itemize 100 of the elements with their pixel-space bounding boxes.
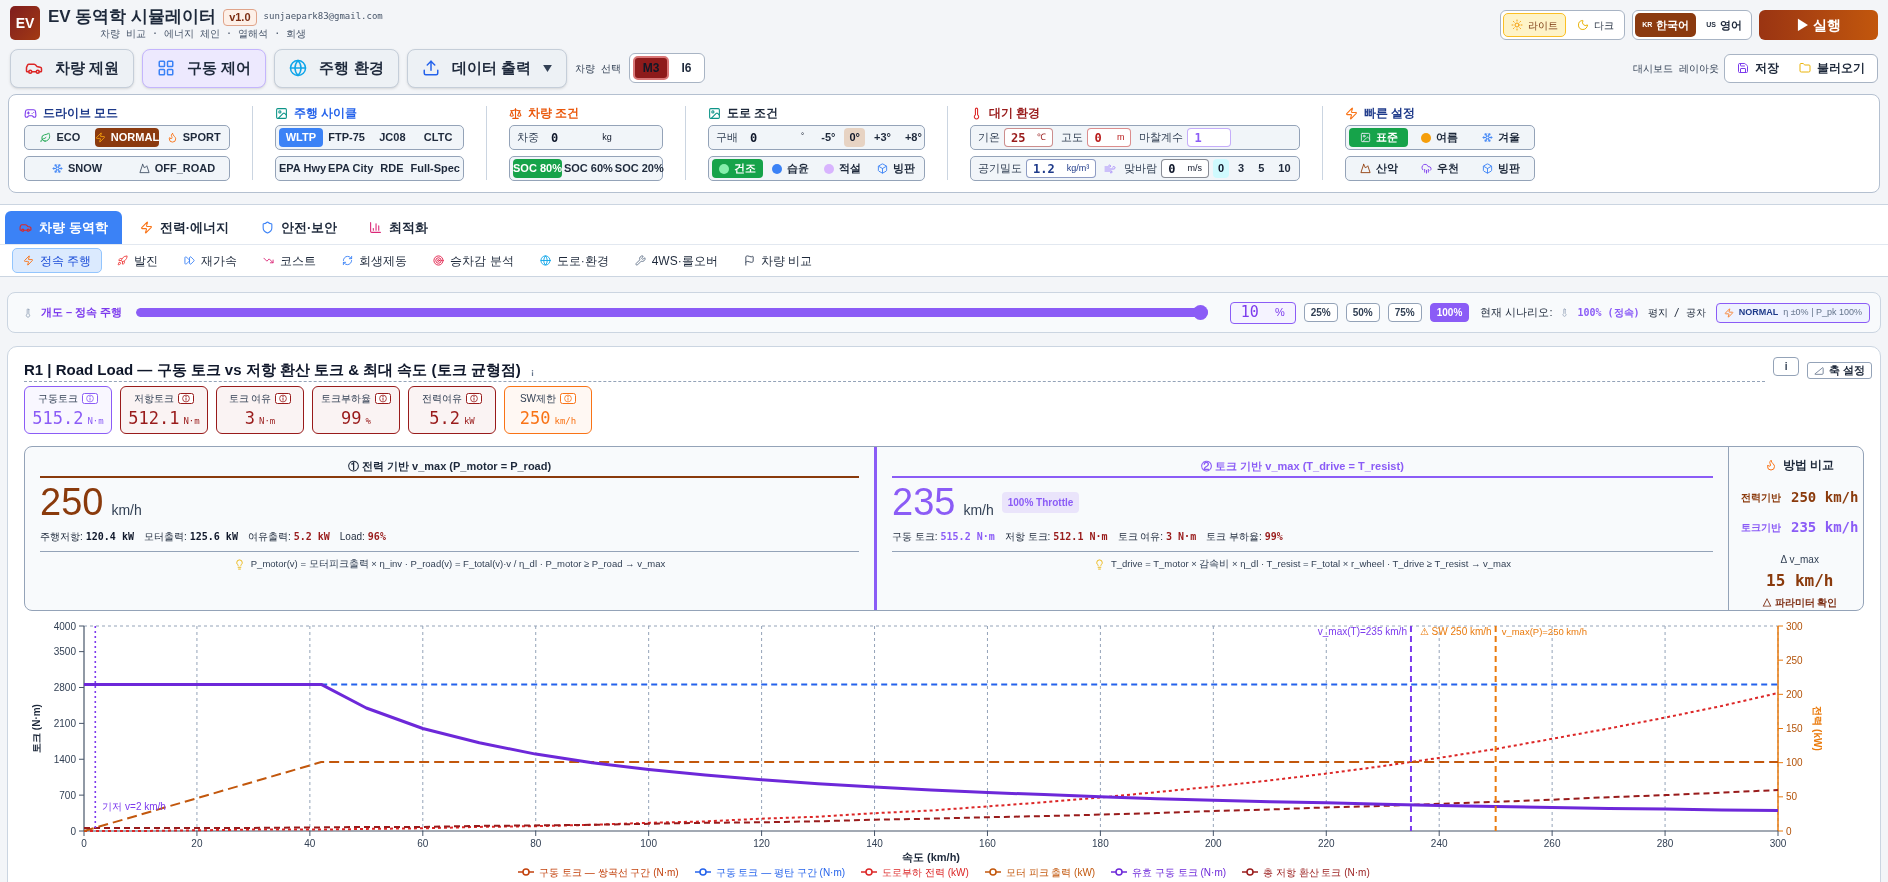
input-field[interactable]: 0 m (1087, 128, 1132, 147)
sun-icon (1511, 19, 1524, 31)
tab[interactable]: 최적화 (355, 211, 443, 244)
subtab[interactable]: 발진 (106, 248, 170, 273)
option-button[interactable]: RDE (375, 159, 409, 178)
stat-value: 99% (1264, 529, 1283, 544)
slider-thumb[interactable] (1192, 305, 1208, 320)
option-button[interactable]: -5° (816, 128, 841, 147)
preset-button[interactable]: 100% (1429, 303, 1470, 322)
input-field[interactable]: 1 (1187, 128, 1232, 147)
option-button[interactable]: JC08 (370, 128, 415, 147)
metric-unit: N·m (87, 415, 104, 429)
option-button[interactable]: 10 (1273, 159, 1296, 178)
option-button[interactable]: 빙판 (870, 159, 921, 178)
flame-icon (1765, 459, 1778, 471)
comparison-value: 250 km/h (1791, 488, 1859, 507)
subtab[interactable]: 회생제동 (331, 248, 419, 273)
option-button[interactable]: NORMAL (94, 128, 160, 147)
preset-button[interactable]: 50% (1345, 303, 1380, 322)
option-button[interactable]: EPA City (328, 159, 374, 178)
subtab[interactable]: 도로·환경 (528, 248, 620, 273)
subtab[interactable]: 차량 비교 (732, 248, 824, 273)
info-button[interactable]: i (1773, 357, 1800, 376)
nav-button[interactable]: 주행 환경 (274, 48, 399, 88)
subtab[interactable]: 재가속 (173, 248, 249, 273)
option-button[interactable]: 5 (1253, 159, 1270, 178)
axis-tick-label: 180 (1092, 838, 1109, 849)
preset-button[interactable]: 75% (1387, 303, 1422, 322)
section-title: 주행 사이클 (294, 105, 358, 122)
input-field[interactable]: 0 ˚ (742, 128, 813, 147)
input-field[interactable]: 1.2 kg/m³ (1026, 159, 1097, 178)
method-heading: ① 전력 기반 v_max (P_motor = P_road) (346, 459, 553, 472)
option-button[interactable]: 0 (1212, 159, 1230, 178)
axis-tick-label: 0 (1786, 825, 1792, 837)
option-button[interactable]: 적설 (817, 159, 869, 178)
throttle-input[interactable]: 10 % (1229, 301, 1296, 324)
nav-button[interactable]: 데이터 출력 (406, 48, 567, 88)
option-button[interactable]: FTP-75 (324, 128, 369, 147)
option-button[interactable]: EPA Hwy (279, 159, 327, 178)
metric-value: 512.1 (128, 409, 180, 428)
option-button[interactable]: 우천 (1410, 159, 1470, 178)
input-field[interactable]: 0 kg (543, 128, 659, 147)
preset-button[interactable]: 25% (1303, 303, 1338, 322)
stat-label: 주행저항: (40, 529, 83, 544)
theme-option[interactable]: 라이트 (1503, 13, 1567, 37)
axis-settings-button[interactable]: 축 설정 (1807, 362, 1872, 379)
lightning-icon (23, 255, 34, 266)
option-button[interactable]: 여름 (1410, 128, 1470, 147)
metric-label: 구동토크 (38, 392, 78, 407)
field-label: 맞바람 (1123, 161, 1158, 177)
nav-button[interactable]: 구동 제어 (142, 48, 267, 88)
option-button[interactable]: 산악 (1349, 159, 1409, 178)
option-button[interactable]: 3 (1233, 159, 1250, 178)
run-button[interactable]: ▶ 실행 (1759, 10, 1878, 40)
theme-option[interactable]: 다크 (1569, 13, 1623, 37)
subtab[interactable]: 정속 주행 (12, 248, 103, 273)
option-button[interactable]: WLTP (279, 128, 323, 147)
option-button[interactable]: 겨울 (1471, 128, 1531, 147)
field-label: 공기밀도 (977, 161, 1022, 177)
axis-tick-label: 160 (979, 838, 996, 849)
tab[interactable]: 차량 동역학 (5, 211, 122, 244)
legend-label: 유효 구동 토크 (N·m) (1132, 865, 1227, 880)
image-icon (275, 106, 288, 120)
layout-button[interactable]: 저장 (1729, 57, 1787, 79)
option-button[interactable]: SNOW (28, 159, 126, 178)
slider-track[interactable] (136, 305, 1208, 320)
option-button[interactable]: 습윤 (764, 159, 816, 178)
option-button[interactable]: OFF_ROAD (128, 159, 226, 178)
parameter-note: △ 파라미터 확인 (1761, 596, 1838, 610)
option-button[interactable]: +8° (899, 128, 927, 147)
nav-button[interactable]: 차량 제원 (10, 48, 135, 88)
vehicle-option[interactable]: I6 (671, 56, 702, 80)
option-button[interactable]: Full-Spec (410, 159, 460, 178)
option-button[interactable]: SPORT (161, 128, 226, 147)
subtab[interactable]: 승차감 분석 (422, 248, 525, 273)
scenario-condition: 평지 / 공차 (1647, 306, 1706, 320)
tab[interactable]: 안전·보안 (246, 211, 352, 244)
subtab[interactable]: 코스트 (252, 248, 328, 273)
axis-tick-label: 150 (1786, 723, 1803, 734)
option-button[interactable]: +3° (868, 128, 896, 147)
axis-tick-label: 300 (1769, 838, 1787, 849)
info-icon (178, 393, 194, 405)
marker-label: v_max(T)=235 km/h (1317, 626, 1407, 637)
vmax-value: 250 (40, 483, 104, 521)
option-button[interactable]: 빙판 (1471, 159, 1531, 178)
option-button[interactable]: ECO (28, 128, 93, 147)
option-button[interactable]: SOC 20% (614, 159, 664, 178)
input-field[interactable]: 0 m/s (1161, 159, 1209, 178)
input-field[interactable]: 25 ℃ (1004, 128, 1054, 147)
field-label: 마찰계수 (1138, 130, 1184, 146)
stat-value: 5.2 kW (293, 529, 330, 544)
option-button[interactable]: CLTC (416, 128, 460, 147)
tab[interactable]: 전력·에너지 (125, 211, 243, 244)
axis-tick-label: 140 (866, 838, 883, 849)
legend-label: 모터 피크 출력 (kW) (1005, 865, 1096, 880)
metric-unit: N·m (183, 415, 200, 429)
layout-button[interactable]: 불러오기 (1791, 57, 1873, 79)
option-button[interactable]: SOC 60% (563, 159, 613, 178)
option-button[interactable]: 0° (844, 128, 865, 147)
subtab[interactable]: 4WS·롤오버 (623, 248, 729, 273)
